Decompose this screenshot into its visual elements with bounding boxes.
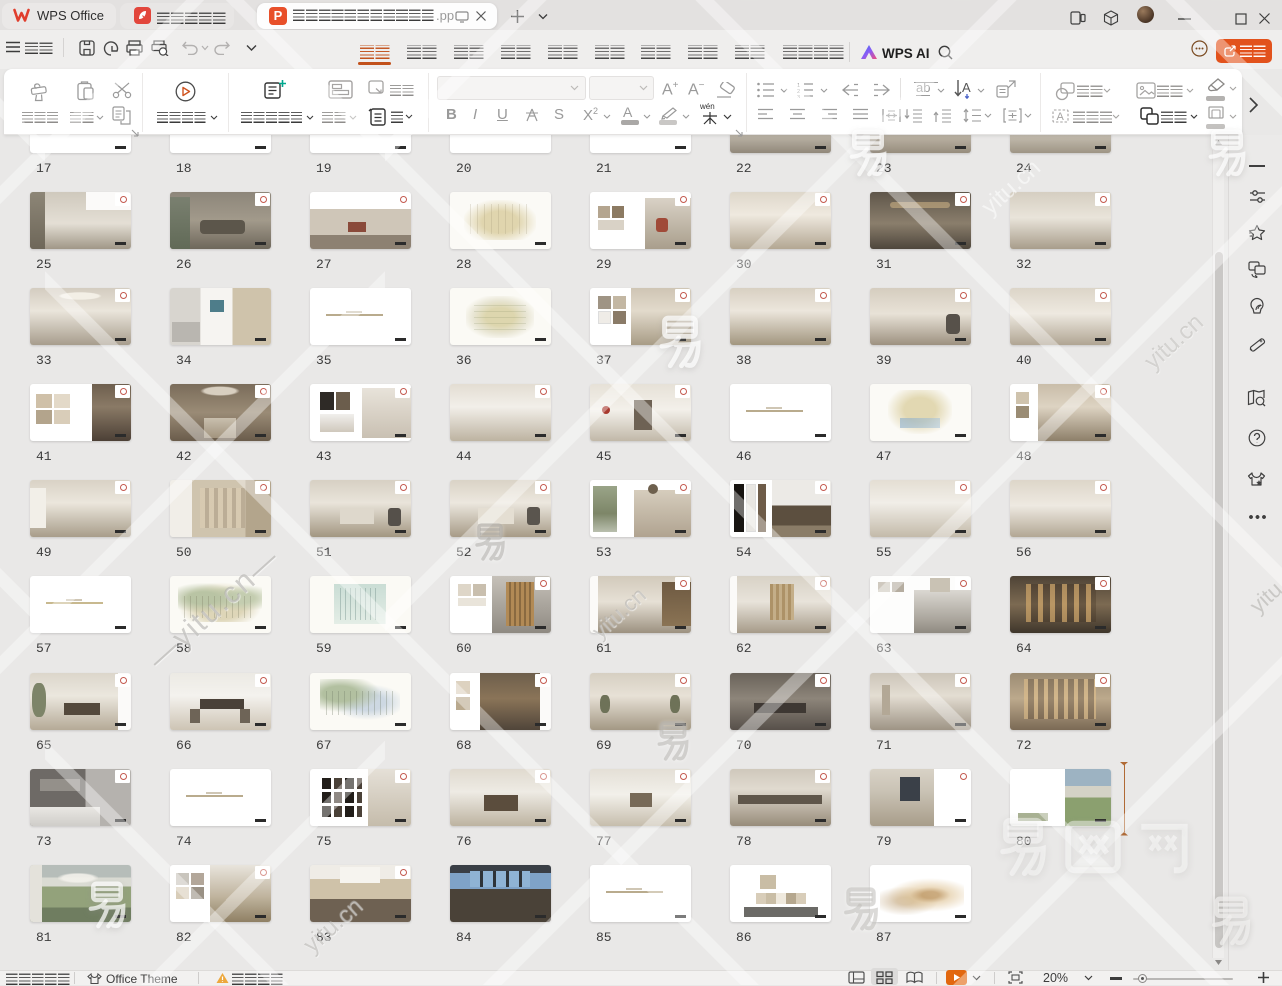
svg-text:3: 3 (797, 95, 800, 98)
svg-text:A: A (962, 80, 971, 95)
svg-text:A: A (1057, 111, 1065, 123)
